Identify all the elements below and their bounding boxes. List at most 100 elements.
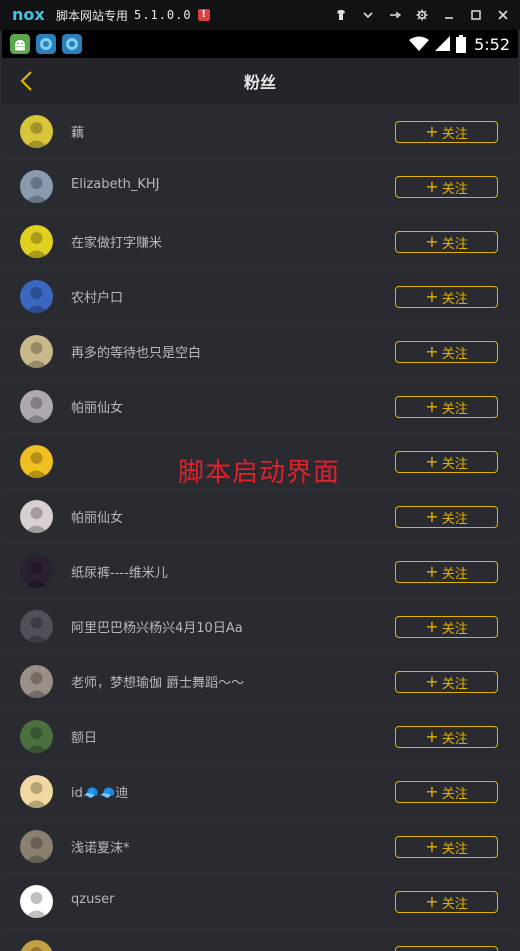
plus-icon: +: [425, 452, 439, 471]
emulator-version: 5.1.0.0: [134, 8, 192, 22]
follow-button[interactable]: +关注: [395, 946, 498, 951]
follower-name[interactable]: 藕: [71, 122, 84, 141]
follower-name[interactable]: qzuser: [71, 892, 114, 907]
follower-name[interactable]: 帕丽仙女: [71, 507, 123, 526]
follow-label: 关注: [441, 126, 468, 142]
android-status-bar: 5:52: [2, 30, 518, 58]
avatar[interactable]: [20, 225, 53, 258]
follower-name[interactable]: 在家做打字赚米: [71, 232, 162, 251]
plus-icon: +: [425, 122, 439, 141]
minimize-icon[interactable]: [435, 0, 462, 30]
plus-icon: +: [425, 837, 439, 856]
follower-row[interactable]: 阿里巴巴杨兴杨兴4月10日Aa + 关注: [2, 599, 518, 654]
follower-row[interactable]: +关注: [2, 929, 518, 951]
follower-row[interactable]: id🧢🧢迪 + 关注: [2, 764, 518, 819]
avatar[interactable]: [20, 720, 53, 753]
follower-row[interactable]: 浅诺夏沫* + 关注: [2, 819, 518, 874]
follower-row[interactable]: 在家做打字赚米 + 关注: [2, 214, 518, 269]
follower-row[interactable]: 老师，梦想瑜伽 爵士舞蹈～～ + 关注: [2, 654, 518, 709]
avatar[interactable]: [20, 115, 53, 148]
follow-button[interactable]: +关注: [395, 561, 498, 583]
follower-row[interactable]: 纸尿裤----维米儿 + 关注: [2, 544, 518, 599]
plus-icon: +: [425, 672, 439, 691]
follow-label: 关注: [441, 456, 468, 472]
avatar[interactable]: [20, 280, 53, 313]
follow-button[interactable]: +关注: [395, 231, 498, 253]
signal-icon: [435, 36, 451, 51]
follow-button[interactable]: +关注: [395, 176, 498, 198]
battery-icon: [456, 35, 467, 53]
avatar[interactable]: [20, 665, 53, 698]
pin-icon[interactable]: [381, 0, 408, 30]
follow-label: 关注: [441, 566, 468, 582]
follower-name[interactable]: 额日: [71, 727, 97, 746]
follow-button[interactable]: +关注: [395, 396, 498, 418]
app-header: 粉丝: [2, 58, 518, 104]
watermark-text: 脚本启动界面: [178, 458, 341, 488]
plus-icon: +: [425, 232, 439, 251]
window-controls: [327, 0, 516, 30]
follow-label: 关注: [441, 731, 468, 747]
close-icon[interactable]: [489, 0, 516, 30]
follow-label: 关注: [441, 236, 468, 252]
follow-button[interactable]: +关注: [395, 781, 498, 803]
follower-name[interactable]: 阿里巴巴杨兴杨兴4月10日Aa: [71, 617, 243, 636]
follow-button[interactable]: +关注: [395, 121, 498, 143]
follow-button[interactable]: +关注: [395, 341, 498, 363]
follower-row[interactable]: 额日 + 关注: [2, 709, 518, 764]
plus-icon: +: [425, 562, 439, 581]
emulator-title: 脚本网站专用: [56, 8, 129, 23]
follow-button[interactable]: +关注: [395, 451, 498, 473]
page-title: 粉丝: [243, 73, 276, 92]
follow-button[interactable]: +关注: [395, 671, 498, 693]
follower-row[interactable]: 藕 + 关注: [2, 104, 518, 159]
follower-row[interactable]: Elizabeth_KHJ + 关注: [2, 159, 518, 214]
follow-button[interactable]: +关注: [395, 836, 498, 858]
follow-button[interactable]: +关注: [395, 891, 498, 913]
chevron-down-icon[interactable]: [354, 0, 381, 30]
follow-label: 关注: [441, 896, 468, 912]
plus-icon: +: [425, 782, 439, 801]
chevron-left-icon: [20, 71, 32, 91]
follow-button[interactable]: +关注: [395, 726, 498, 748]
alert-badge[interactable]: !: [197, 9, 210, 21]
follow-button[interactable]: +关注: [395, 506, 498, 528]
follower-row[interactable]: 帕丽仙女 + 关注: [2, 379, 518, 434]
avatar[interactable]: [20, 170, 53, 203]
follower-row[interactable]: 帕丽仙女 + 关注: [2, 489, 518, 544]
plus-icon: +: [425, 727, 439, 746]
follow-label: 关注: [441, 401, 468, 417]
back-button[interactable]: [12, 66, 42, 96]
avatar[interactable]: [20, 555, 53, 588]
follower-name[interactable]: 农村户口: [71, 287, 123, 306]
follower-name[interactable]: id🧢🧢迪: [71, 782, 128, 801]
follow-label: 关注: [441, 841, 468, 857]
follower-row[interactable]: qzuser + 关注: [2, 874, 518, 929]
nox-logo: nox: [12, 5, 45, 24]
maximize-icon[interactable]: [462, 0, 489, 30]
svg-text:nox: nox: [12, 5, 45, 24]
avatar[interactable]: [20, 335, 53, 368]
avatar[interactable]: [20, 885, 53, 918]
avatar[interactable]: [20, 940, 53, 951]
follower-row[interactable]: 再多的等待也只是空白 + 关注: [2, 324, 518, 379]
follower-name[interactable]: Elizabeth_KHJ: [71, 177, 159, 192]
avatar[interactable]: [20, 610, 53, 643]
follower-name[interactable]: 再多的等待也只是空白: [71, 342, 201, 361]
follower-list[interactable]: 藕 + 关注 Elizabeth_KHJ + 关注 在家做打字赚米 + 关注 农村户口 + 关注 再多的…: [2, 104, 518, 951]
gear-icon[interactable]: [408, 0, 435, 30]
follower-name[interactable]: 纸尿裤----维米儿: [71, 562, 168, 581]
avatar[interactable]: [20, 775, 53, 808]
avatar[interactable]: [20, 445, 53, 478]
follow-button[interactable]: +关注: [395, 286, 498, 308]
follower-name[interactable]: 老师，梦想瑜伽 爵士舞蹈～～: [71, 672, 244, 691]
app-blue-icon-2: [62, 34, 82, 54]
shirt-icon[interactable]: [327, 0, 354, 30]
avatar[interactable]: [20, 500, 53, 533]
avatar[interactable]: [20, 830, 53, 863]
follower-name[interactable]: 浅诺夏沫*: [71, 837, 130, 856]
follower-name[interactable]: 帕丽仙女: [71, 397, 123, 416]
avatar[interactable]: [20, 390, 53, 423]
follower-row[interactable]: 农村户口 + 关注: [2, 269, 518, 324]
follow-button[interactable]: +关注: [395, 616, 498, 638]
